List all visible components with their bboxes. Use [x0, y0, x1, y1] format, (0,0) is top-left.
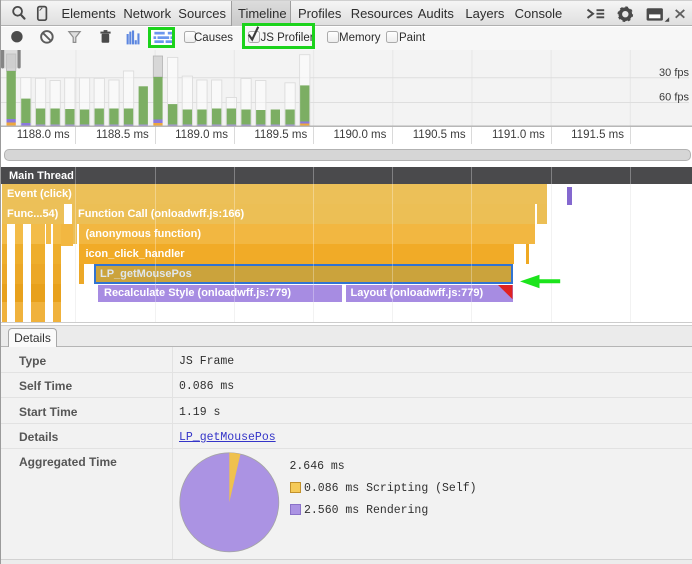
- svg-text:60 fps: 60 fps: [659, 92, 689, 104]
- svg-text:30 fps: 30 fps: [659, 67, 689, 79]
